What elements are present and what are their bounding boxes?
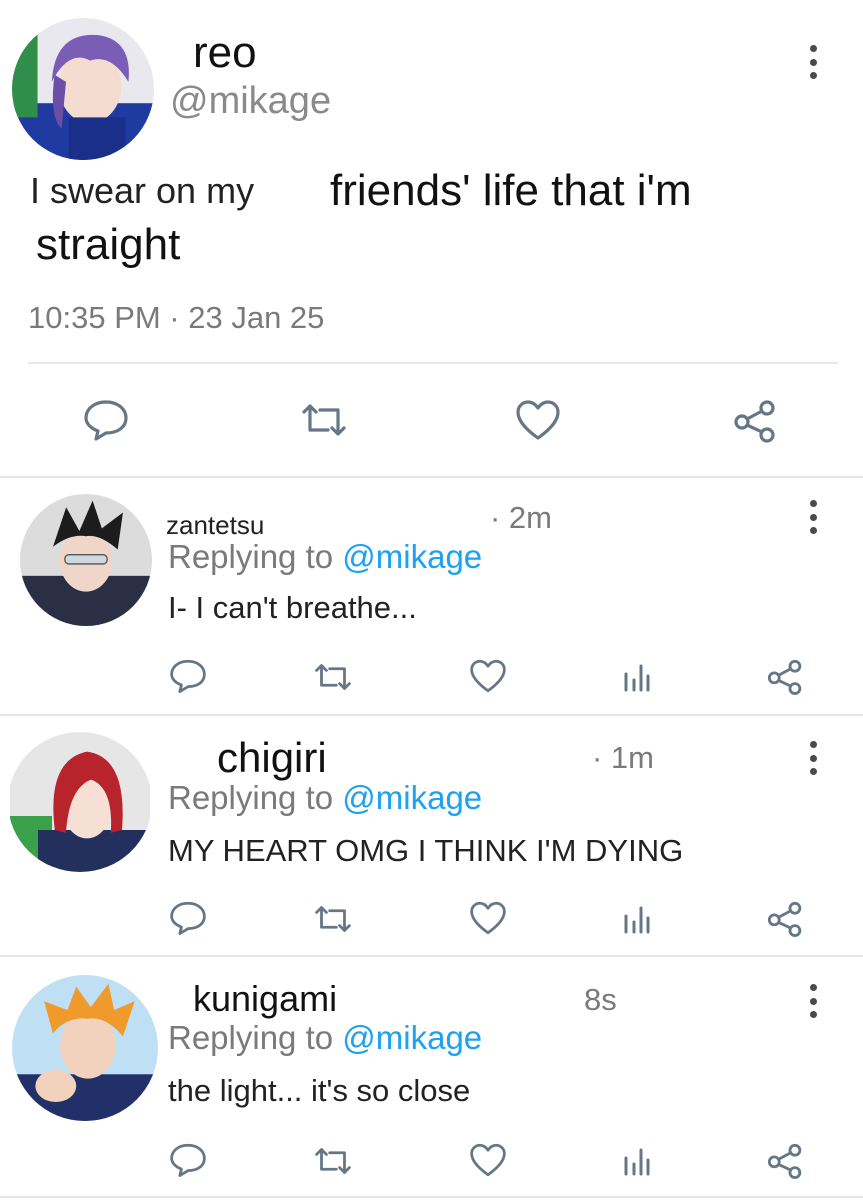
author-handle[interactable]: @mikage xyxy=(170,80,331,123)
like-icon[interactable] xyxy=(468,900,508,936)
tweet-timestamp: 10:35 PM · 23 Jan 25 xyxy=(28,300,325,335)
reply-time: 8s xyxy=(584,982,617,1017)
reply-avatar[interactable] xyxy=(20,494,152,626)
replying-to-label: Replying to xyxy=(168,779,334,816)
reply-avatar[interactable] xyxy=(12,975,158,1121)
reply-time: · 1m xyxy=(592,740,654,775)
analytics-icon[interactable] xyxy=(622,1144,652,1176)
purple-hair-avatar-icon xyxy=(12,18,154,160)
share-icon[interactable] xyxy=(732,398,778,444)
section-divider xyxy=(0,1196,863,1198)
tweet-text-part2: friends' life that i'm xyxy=(330,166,692,215)
analytics-icon[interactable] xyxy=(622,660,652,692)
more-options-icon[interactable] xyxy=(808,741,818,775)
reply-text: MY HEART OMG I THINK I'M DYING xyxy=(168,833,684,868)
reply-time: · 2m xyxy=(490,500,552,535)
share-icon[interactable] xyxy=(766,1142,804,1180)
more-options-icon[interactable] xyxy=(808,984,818,1018)
retweet-icon[interactable] xyxy=(310,902,356,936)
section-divider xyxy=(0,955,863,957)
reply-icon[interactable] xyxy=(82,398,130,442)
orange-hair-avatar-icon xyxy=(12,975,158,1121)
more-options-icon[interactable] xyxy=(808,500,818,534)
reply-text: the light... it's so close xyxy=(168,1073,471,1108)
mention-link[interactable]: @mikage xyxy=(342,1019,482,1056)
replying-to-line: Replying to @mikage xyxy=(168,779,482,817)
replying-to-label: Replying to xyxy=(168,538,334,575)
replying-to-line: Replying to @mikage xyxy=(168,538,482,576)
tweet-separator xyxy=(28,362,838,364)
red-hair-avatar-icon xyxy=(10,732,150,872)
like-icon[interactable] xyxy=(468,1142,508,1178)
reply-name[interactable]: zantetsu xyxy=(166,510,264,541)
retweet-icon[interactable] xyxy=(296,400,352,440)
retweet-icon[interactable] xyxy=(310,1144,356,1178)
tweet-text-line2: straight xyxy=(36,220,181,269)
reply-icon[interactable] xyxy=(168,1142,208,1178)
mention-link[interactable]: @mikage xyxy=(342,538,482,575)
section-divider xyxy=(0,476,863,478)
more-options-icon[interactable] xyxy=(808,45,818,79)
retweet-icon[interactable] xyxy=(310,660,356,694)
author-display-name[interactable]: reo xyxy=(193,28,257,78)
replying-to-line: Replying to @mikage xyxy=(168,1019,482,1057)
reply-text: I- I can't breathe... xyxy=(168,590,417,625)
tweet-text-part1: I swear on my xyxy=(30,170,255,211)
author-avatar[interactable] xyxy=(12,18,154,160)
reply-name[interactable]: kunigami xyxy=(193,978,337,1020)
analytics-icon[interactable] xyxy=(622,902,652,934)
black-hair-glasses-avatar-icon xyxy=(20,494,152,626)
reply-name[interactable]: chigiri xyxy=(217,734,327,782)
reply-icon[interactable] xyxy=(168,658,208,694)
like-icon[interactable] xyxy=(514,398,562,442)
like-icon[interactable] xyxy=(468,658,508,694)
share-icon[interactable] xyxy=(766,658,804,696)
reply-avatar[interactable] xyxy=(8,732,152,872)
replying-to-label: Replying to xyxy=(168,1019,334,1056)
mention-link[interactable]: @mikage xyxy=(342,779,482,816)
reply-icon[interactable] xyxy=(168,900,208,936)
section-divider xyxy=(0,714,863,716)
share-icon[interactable] xyxy=(766,900,804,938)
